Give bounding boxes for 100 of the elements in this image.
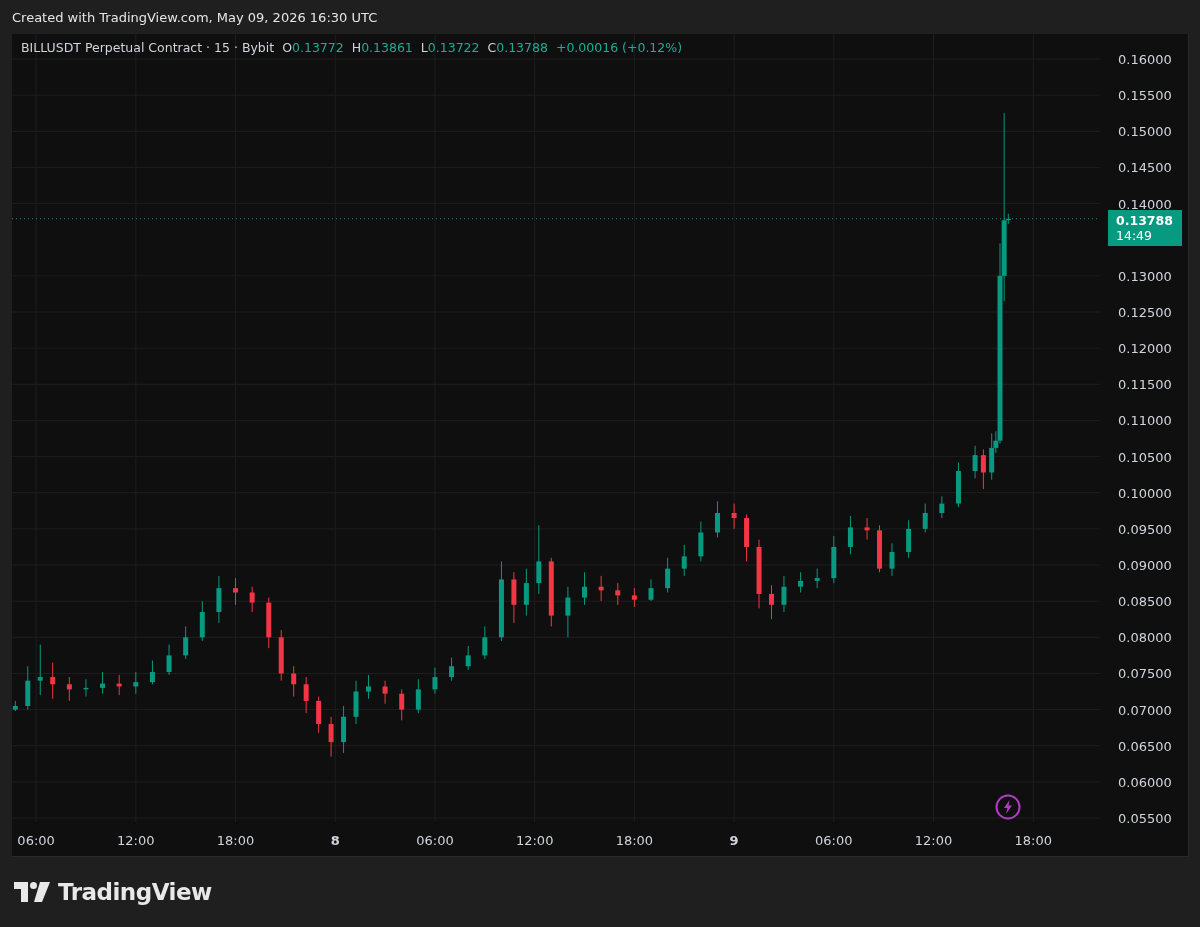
candle — [831, 535, 837, 584]
candle — [922, 503, 928, 533]
price-axis-label: 0.10500 — [1118, 449, 1172, 465]
candle — [536, 524, 542, 595]
price-axis-label: 0.14000 — [1118, 196, 1172, 212]
time-axis-label: 8 — [330, 833, 340, 848]
candle — [432, 667, 438, 695]
candle — [278, 629, 284, 682]
candle — [399, 688, 405, 721]
price-axis-label: 0.06500 — [1118, 738, 1172, 754]
candle — [877, 524, 882, 573]
candle — [744, 513, 750, 562]
price-axis-label: 0.08000 — [1118, 630, 1172, 646]
candle — [769, 584, 774, 620]
candle — [482, 625, 488, 660]
time-axis-label: 18:00 — [615, 833, 654, 848]
candle — [906, 519, 912, 559]
candle — [303, 676, 309, 714]
candle — [133, 671, 139, 695]
brand-name: TradingView — [58, 879, 212, 905]
candle — [756, 539, 762, 609]
price-axis-label: 0.16000 — [1118, 52, 1172, 67]
candle — [955, 461, 961, 508]
candle — [582, 571, 588, 606]
candle — [548, 557, 554, 627]
time-axis-label: 12:00 — [914, 833, 953, 848]
header-caption: Created with TradingView.com, May 09, 2026 16:30 UTC — [12, 9, 378, 25]
candle — [715, 500, 720, 539]
price-axis-label: 0.07500 — [1118, 666, 1172, 682]
ohlc-value: O0.13772 — [282, 40, 344, 55]
candle — [972, 445, 978, 479]
candle — [116, 674, 122, 696]
candle — [598, 575, 604, 602]
symbol-title: BILLUSDT Perpetual Contract · 15 · Bybit — [21, 40, 275, 55]
time-axis-label: 18:00 — [1014, 833, 1052, 848]
price-axis-label: 0.09000 — [1118, 558, 1172, 573]
price-axis-label: 0.05500 — [1118, 811, 1172, 826]
ohlc-value: L0.13722 — [420, 40, 480, 55]
candle — [939, 495, 945, 519]
candle — [382, 680, 388, 705]
candle — [316, 696, 322, 734]
price-axis-label: 0.13000 — [1118, 268, 1172, 284]
price-axis-label: 0.11000 — [1118, 413, 1172, 429]
price-axis-label: 0.15000 — [1118, 124, 1172, 140]
price-axis-label: 0.09500 — [1118, 521, 1172, 537]
candle — [847, 515, 853, 555]
candle — [648, 579, 654, 602]
candle — [631, 587, 637, 608]
price-axis-label: 0.15500 — [1118, 88, 1172, 104]
candle — [665, 557, 671, 593]
candle — [66, 676, 72, 702]
candle — [353, 680, 359, 725]
price-axis-label: 0.06000 — [1118, 774, 1172, 790]
candle — [449, 657, 455, 682]
candle — [100, 671, 106, 695]
candle — [249, 586, 255, 613]
logo-icon — [14, 882, 50, 902]
candle — [37, 644, 43, 696]
candle — [781, 575, 787, 613]
candle — [889, 542, 895, 577]
time-axis-label: 06:00 — [416, 833, 454, 848]
candle — [291, 665, 297, 698]
candle — [25, 665, 31, 711]
candle — [615, 582, 621, 606]
time-axis-label: 12:00 — [117, 833, 155, 848]
candle — [864, 517, 870, 541]
candle — [511, 571, 517, 624]
lightning-icon[interactable] — [995, 794, 1021, 820]
candle — [166, 644, 172, 676]
price-axis-label: 0.12000 — [1118, 341, 1172, 357]
candle — [731, 503, 737, 530]
time-axis-label: 06:00 — [815, 833, 853, 848]
candle — [415, 678, 421, 714]
candle — [50, 662, 56, 700]
candle — [366, 674, 371, 700]
candle — [83, 678, 89, 698]
price-axis-label: 0.07000 — [1118, 702, 1172, 718]
candle — [183, 625, 189, 660]
candle — [681, 544, 687, 577]
candle — [233, 577, 239, 606]
price-axis-label: 0.12500 — [1118, 305, 1172, 320]
candle — [328, 716, 334, 758]
price-change: +0.00016 (+0.12%) — [555, 40, 682, 55]
ohlc-value: C0.13788 — [487, 40, 548, 55]
candle — [798, 571, 804, 593]
time-axis-label: 9 — [729, 833, 739, 848]
time-axis-label: 12:00 — [515, 833, 554, 848]
candle — [980, 448, 986, 490]
candle — [523, 568, 529, 617]
price-axis-label: 0.11500 — [1118, 377, 1172, 393]
ohlc-value: H0.13861 — [351, 40, 413, 55]
candle — [465, 645, 471, 671]
candle — [199, 600, 205, 642]
candle — [341, 705, 347, 754]
candle — [565, 586, 571, 638]
price-axis-label: 0.10000 — [1118, 485, 1172, 501]
time-axis-label: 18:00 — [216, 833, 255, 848]
candle — [814, 568, 820, 589]
candle — [266, 597, 272, 649]
candle — [698, 521, 704, 562]
